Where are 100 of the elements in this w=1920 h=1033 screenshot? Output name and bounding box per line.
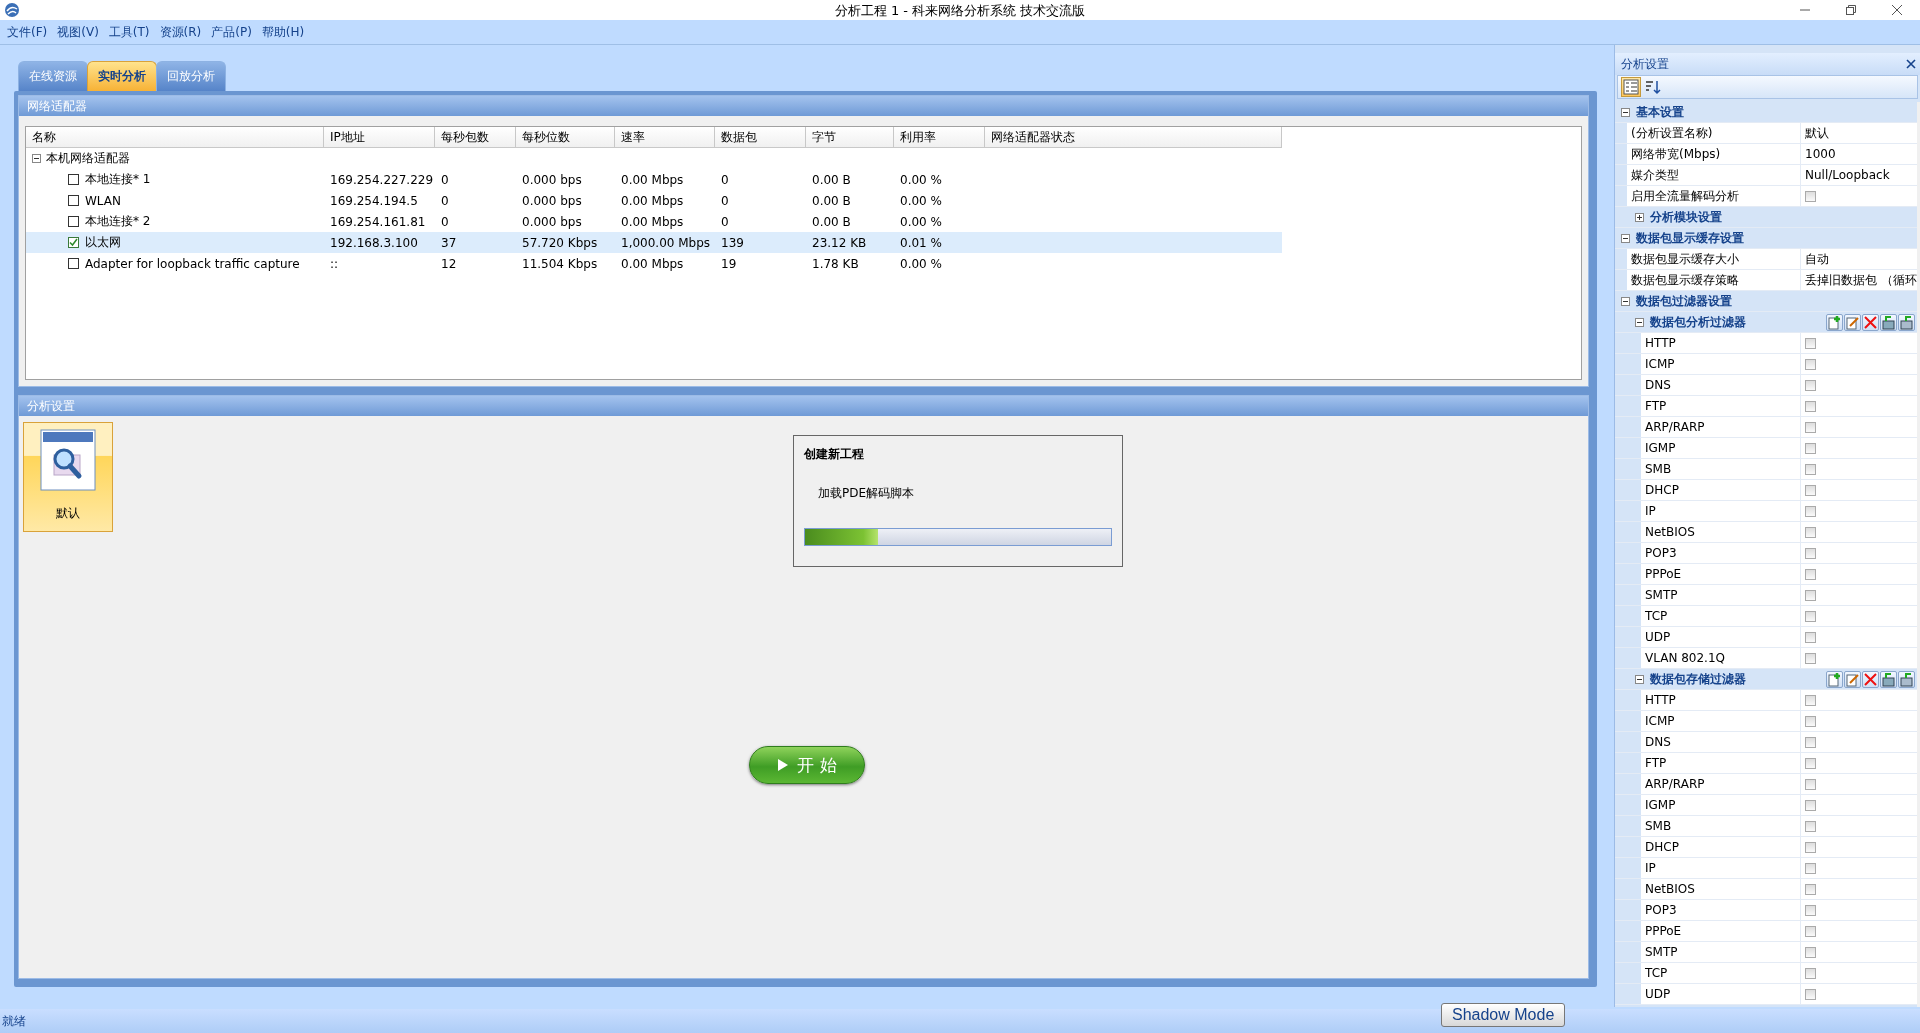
table-cell: 0 [721,172,729,187]
checkbox[interactable] [68,195,79,206]
adapter-row[interactable]: Adapter for loopback traffic capture :: 12 11.504 Kbps 0.00 Mbps 19 1.78 KB 0.00 % [26,253,1282,274]
table-cell: 0 [721,193,729,208]
expand-icon[interactable] [1635,212,1644,222]
checkbox[interactable] [1805,946,1816,958]
checkbox[interactable] [1805,715,1816,727]
adapter-row[interactable]: WLAN 169.254.194.5 0 0.000 bps 0.00 Mbps 0 0.00 B 0.00 % [26,190,1282,211]
property-value[interactable]: 自动 [1805,250,1829,268]
checkbox[interactable] [1805,652,1816,664]
property-label: PPPoE [1645,924,1682,938]
categorized-icon[interactable] [1621,77,1641,97]
group-label: 数据包分析过滤器 [1650,313,1746,331]
checkbox[interactable] [1805,463,1816,475]
profile-tile[interactable]: 默认 [23,422,113,532]
checkbox[interactable] [1805,505,1816,517]
property-value[interactable]: 1000 [1805,147,1836,161]
property-label: ICMP [1645,714,1675,728]
checkbox[interactable] [1805,904,1816,916]
column-header[interactable]: 字节 [806,127,894,148]
edit-icon[interactable] [1843,670,1861,688]
menu-item[interactable]: 工具(T) [103,21,155,43]
checkbox[interactable] [1805,757,1816,769]
property-value[interactable]: 默认 [1805,124,1829,142]
checkbox[interactable] [1805,610,1816,622]
checkbox[interactable] [1805,694,1816,706]
property-label: DHCP [1645,483,1679,497]
property-label: SMB [1645,462,1672,476]
delete-icon[interactable] [1861,313,1879,331]
menu-item[interactable]: 产品(P) [206,21,257,43]
checkbox[interactable] [1805,799,1816,811]
checkbox[interactable] [1805,421,1816,433]
column-header[interactable]: 网络适配器状态 [985,127,1282,148]
collapse-icon[interactable] [32,154,41,163]
import-icon[interactable] [1879,670,1897,688]
menu-item[interactable]: 帮助(H) [256,21,310,43]
adapter-row[interactable]: 本地连接* 2 169.254.161.81 0 0.000 bps 0.00 Mbps 0 0.00 B 0.00 % [26,211,1282,232]
shadow-mode-button[interactable]: Shadow Mode [1441,1003,1566,1027]
checkbox[interactable] [1805,568,1816,580]
menu-item[interactable]: 资源(R) [154,21,207,43]
add-icon[interactable] [1825,313,1843,331]
edit-icon[interactable] [1843,313,1861,331]
tab[interactable]: 实时分析 [87,61,157,91]
export-icon[interactable] [1897,313,1915,331]
checkbox[interactable] [1805,379,1816,391]
menu-item[interactable]: 视图(V) [52,21,104,43]
checkbox[interactable] [1805,820,1816,832]
checkbox[interactable] [68,174,79,185]
checkbox[interactable] [1805,442,1816,454]
collapse-icon[interactable] [1621,233,1630,243]
checkbox[interactable] [1805,526,1816,538]
table-cell: 12 [441,256,457,271]
property-label: ARP/RARP [1645,420,1705,434]
export-icon[interactable] [1897,670,1915,688]
delete-icon[interactable] [1861,670,1879,688]
checkbox[interactable] [1805,547,1816,559]
property-label: FTP [1645,399,1667,413]
collapse-icon[interactable] [1621,296,1630,306]
column-header[interactable]: 速率 [615,127,715,148]
checkbox[interactable] [1805,400,1816,412]
property-label: VLAN 802.1Q [1645,651,1725,665]
checkbox[interactable] [1805,862,1816,874]
import-icon[interactable] [1879,313,1897,331]
checkbox[interactable] [1805,190,1816,202]
checkbox[interactable] [1805,736,1816,748]
adapter-row[interactable]: 本地连接* 1 169.254.227.229 0 0.000 bps 0.00 Mbps 0 0.00 B 0.00 % [26,169,1282,190]
collapse-icon[interactable] [1635,317,1644,327]
column-header[interactable]: 每秒位数 [516,127,615,148]
property-label: UDP [1645,987,1671,1001]
property-label: SMTP [1645,588,1678,602]
checkbox[interactable] [1805,589,1816,601]
checkbox[interactable] [1805,841,1816,853]
adapter-row[interactable]: 以太网 192.168.3.100 37 57.720 Kbps 1,000.00 Mbps 139 23.12 KB 0.01 % [26,232,1282,253]
checkbox[interactable] [1805,631,1816,643]
column-header[interactable]: IP地址 [324,127,435,148]
add-icon[interactable] [1825,670,1843,688]
checkbox[interactable] [1805,925,1816,937]
column-header[interactable]: 数据包 [715,127,806,148]
table-cell: 0 [441,193,449,208]
dialog-title: 创建新工程 [804,446,865,463]
table-cell: 0.00 % [900,214,942,229]
column-header[interactable]: 利用率 [894,127,985,148]
checkbox[interactable] [1805,358,1816,370]
checkbox[interactable] [68,237,79,248]
menu-item[interactable]: 文件(F) [2,21,53,43]
checkbox[interactable] [1805,883,1816,895]
dialog-message: 加载PDE解码脚本 [818,485,916,502]
checkbox[interactable] [1805,484,1816,496]
collapse-icon[interactable] [1635,674,1644,684]
checkbox[interactable] [1805,967,1816,979]
table-cell: 1,000.00 Mbps [621,235,711,250]
column-header[interactable]: 名称 [26,127,324,148]
checkbox[interactable] [68,258,79,269]
checkbox[interactable] [1805,778,1816,790]
checkbox[interactable] [68,216,79,227]
column-header[interactable]: 每秒包数 [435,127,516,148]
checkbox[interactable] [1805,337,1816,349]
group-label: 本机网络适配器 [46,150,130,167]
collapse-icon[interactable] [1621,107,1630,117]
checkbox[interactable] [1805,988,1816,1000]
